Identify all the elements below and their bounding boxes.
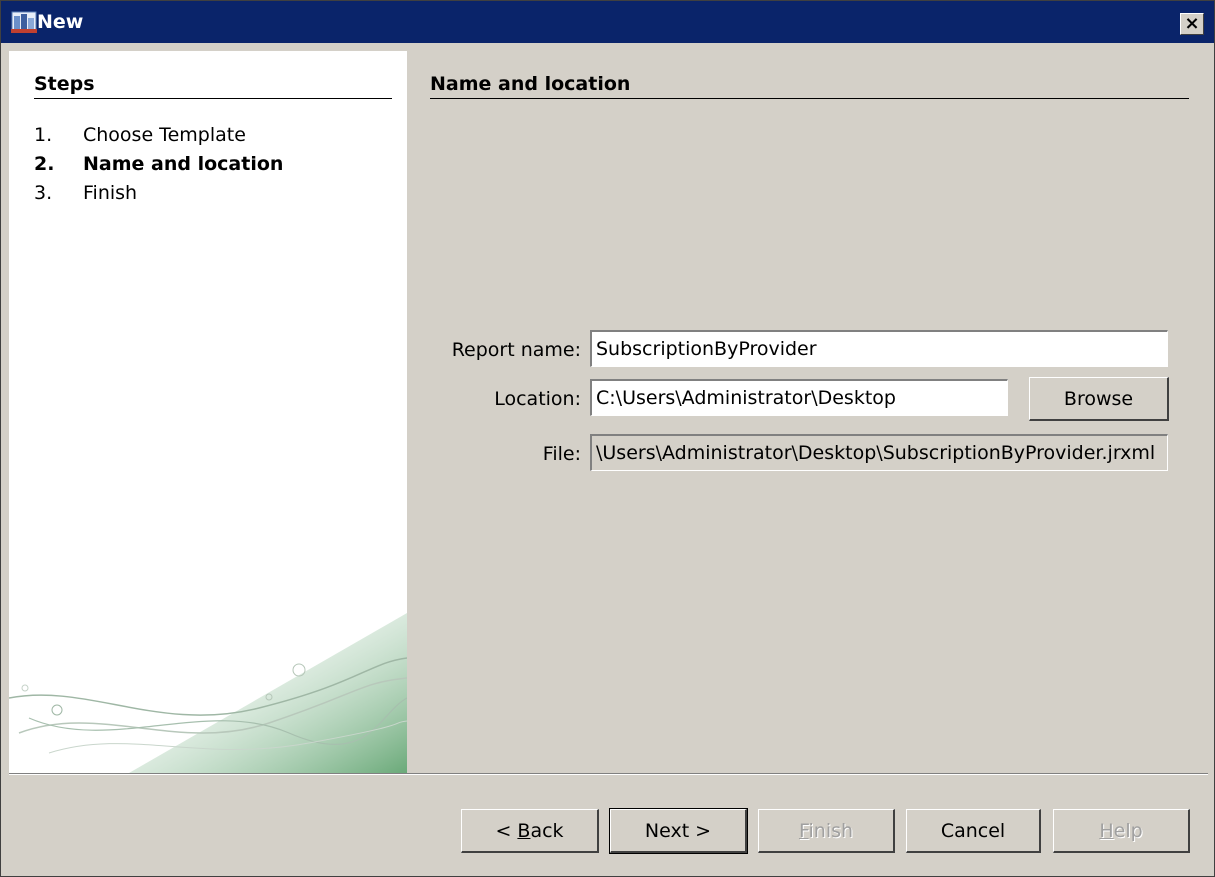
report-name-label: Report name: xyxy=(451,339,581,361)
step-number: 1. xyxy=(34,124,53,146)
step-item-finish: 3. Finish xyxy=(34,182,137,204)
step-item-name-and-location: 2. Name and location xyxy=(34,153,283,175)
file-path-field[interactable] xyxy=(590,434,1168,471)
browse-button[interactable]: Browse xyxy=(1029,377,1169,421)
finish-mnemonic: F xyxy=(798,819,809,842)
next-button[interactable]: Next > xyxy=(609,808,748,854)
steps-divider xyxy=(34,98,392,99)
back-rest: ack xyxy=(530,819,564,842)
location-input[interactable] xyxy=(590,379,1008,416)
step-label: Choose Template xyxy=(83,124,246,146)
step-number: 2. xyxy=(34,153,55,175)
finish-rest: inish xyxy=(808,819,854,842)
close-button[interactable]: × xyxy=(1180,13,1204,35)
help-rest: elp xyxy=(1113,819,1143,842)
button-bar-separator xyxy=(9,773,1208,775)
new-wizard-dialog: New × Steps 1. Choose Template 2. Name and… xyxy=(0,0,1215,877)
close-icon: × xyxy=(1184,13,1200,34)
wizard-decoration-graphic xyxy=(9,613,407,773)
back-mnemonic: B xyxy=(517,819,531,842)
steps-panel: Steps 1. Choose Template 2. Name and locat… xyxy=(9,51,407,773)
steps-heading: Steps xyxy=(34,73,95,95)
location-label: Location: xyxy=(494,388,581,410)
step-number: 3. xyxy=(34,182,53,204)
page-title-divider xyxy=(430,98,1189,99)
cancel-button[interactable]: Cancel xyxy=(906,809,1041,853)
step-label: Finish xyxy=(83,182,138,204)
step-label: Name and location xyxy=(83,153,284,175)
finish-button[interactable]: Finish xyxy=(758,809,895,853)
help-mnemonic: H xyxy=(1099,819,1114,842)
title-bar[interactable]: New × xyxy=(1,1,1214,43)
back-prefix: < xyxy=(495,819,518,842)
help-button[interactable]: Help xyxy=(1053,809,1190,853)
page-title: Name and location xyxy=(430,73,631,95)
step-item-choose-template: 1. Choose Template xyxy=(34,124,246,146)
back-button[interactable]: < Back xyxy=(461,809,599,853)
window-title: New xyxy=(37,11,84,33)
report-wizard-icon xyxy=(11,9,37,35)
file-label: File: xyxy=(542,443,581,465)
report-name-input[interactable] xyxy=(590,330,1168,367)
